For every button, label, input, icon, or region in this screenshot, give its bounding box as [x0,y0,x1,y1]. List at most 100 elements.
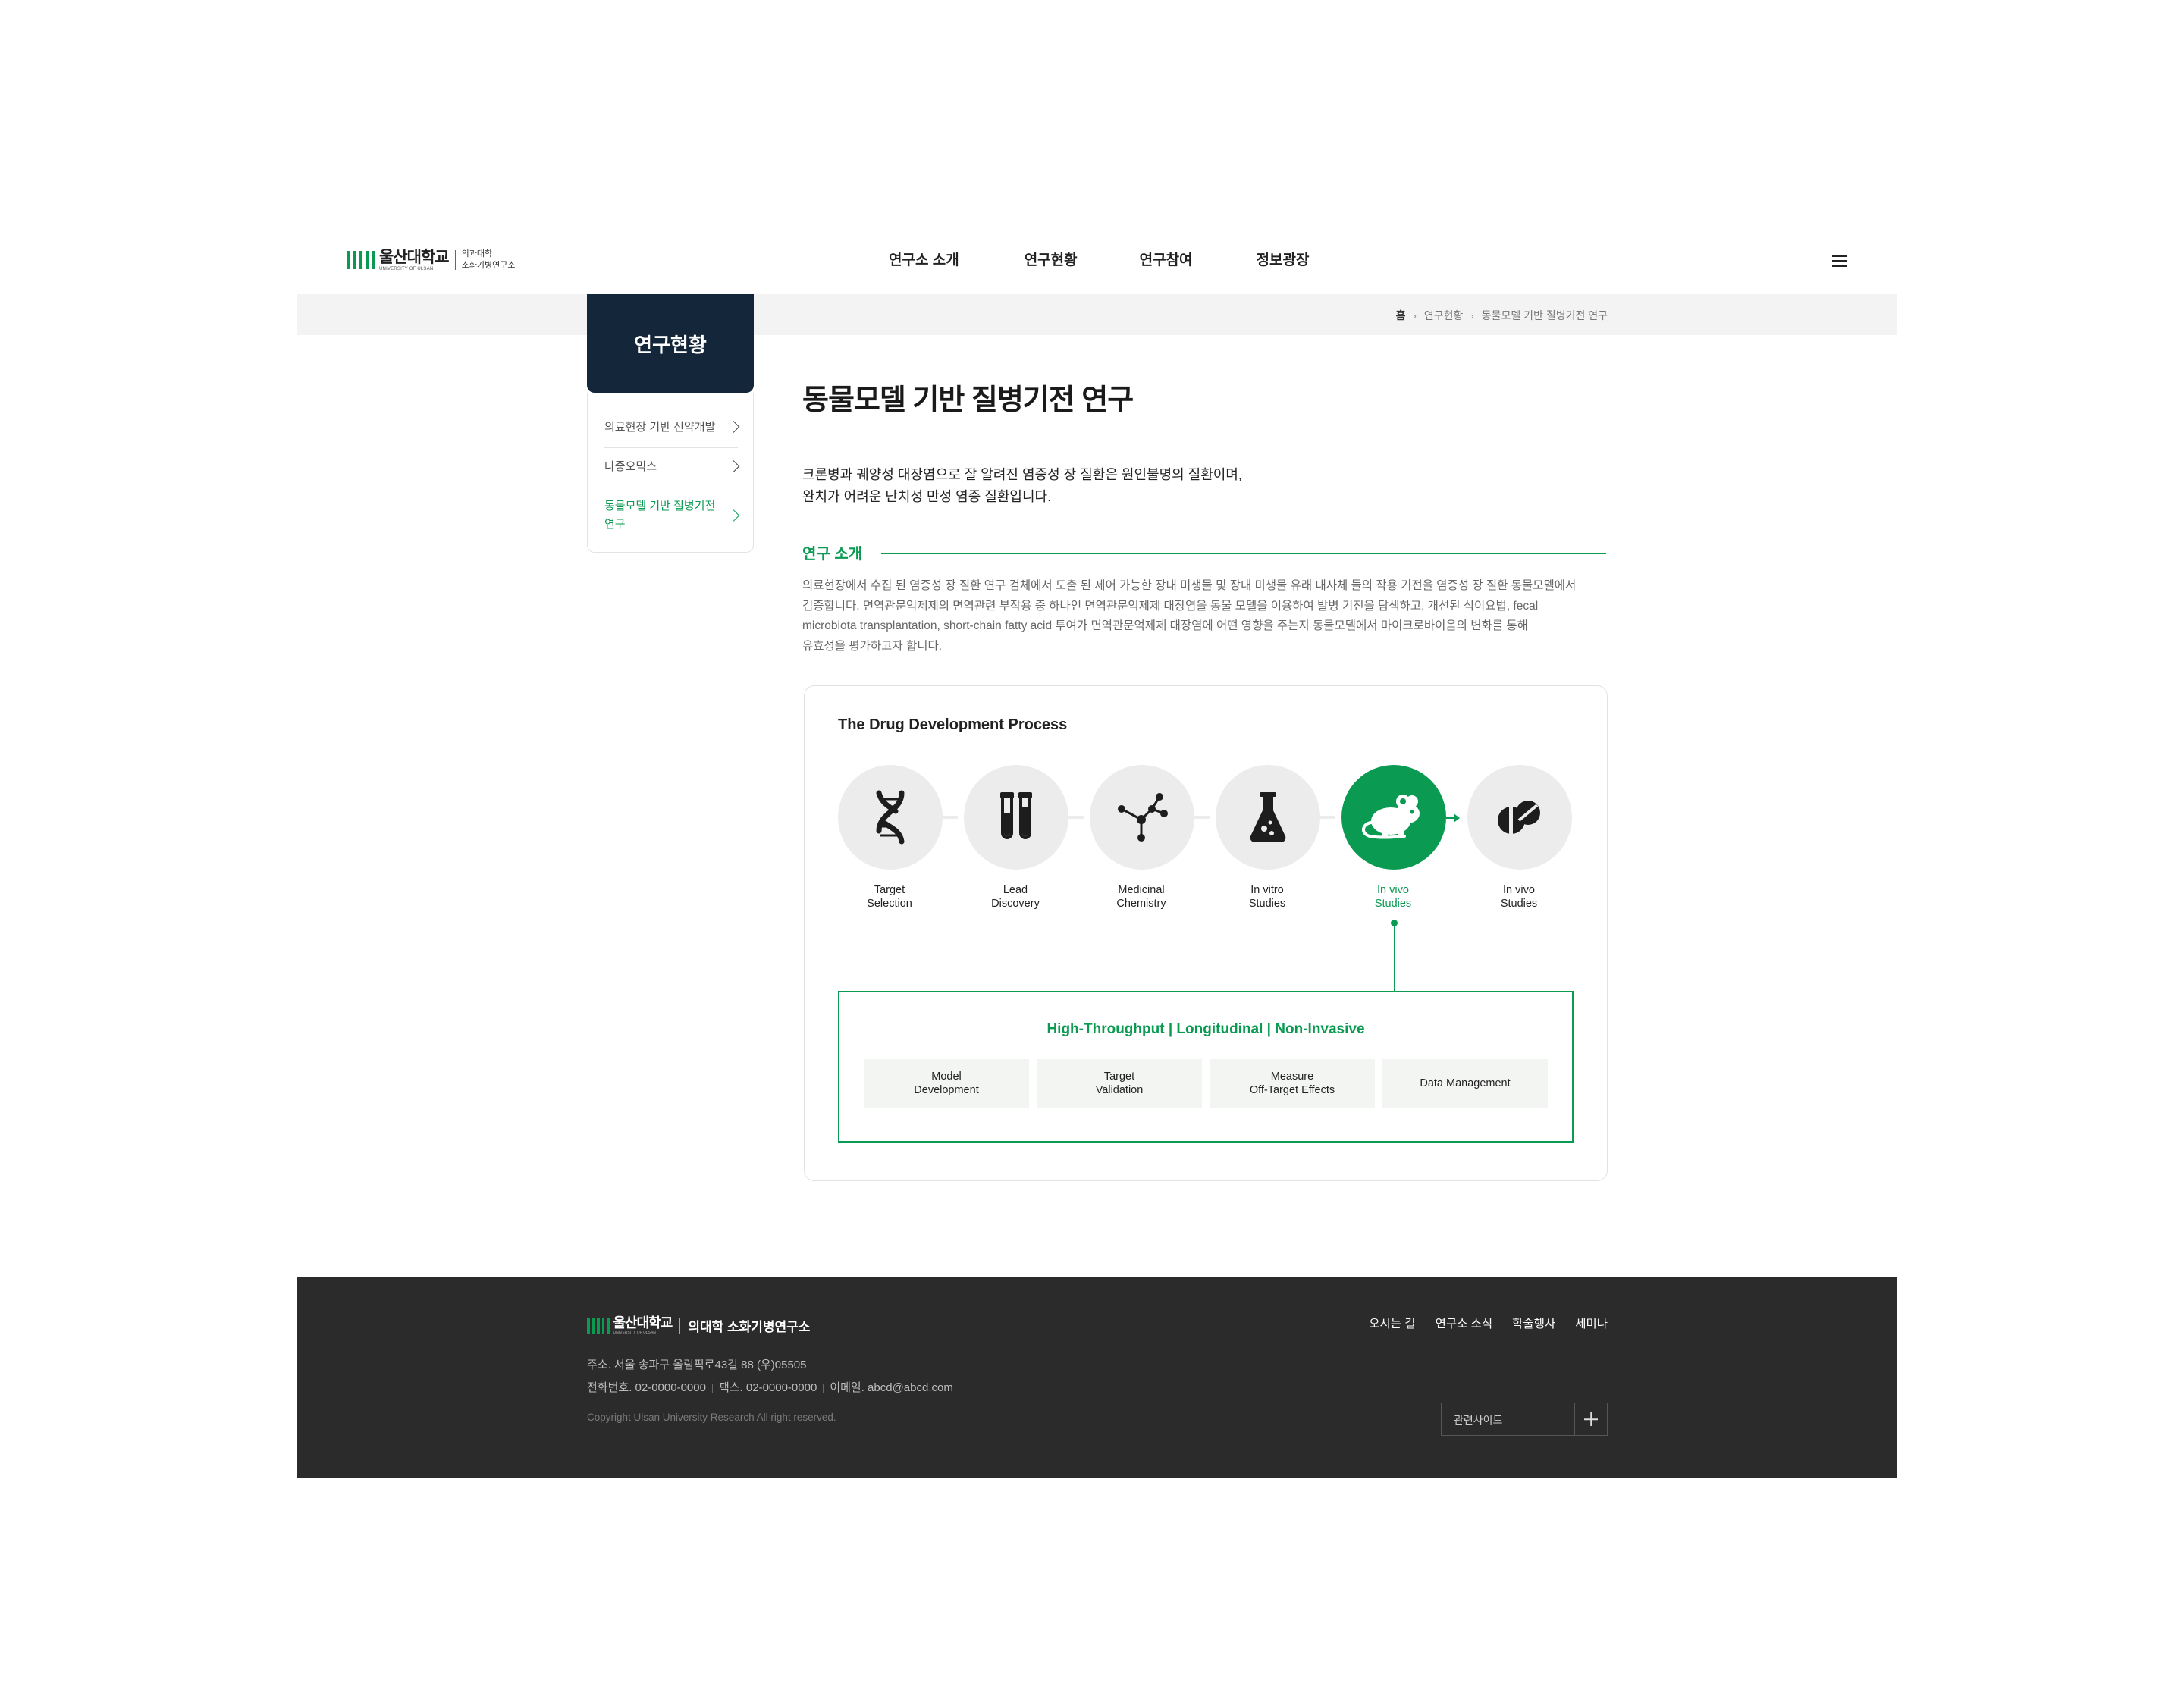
logo-sub-college: 의과대학 [461,249,493,259]
step-label-line1: In vitro [1250,884,1284,896]
footer-link-seminar[interactable]: 세미나 [1575,1315,1608,1331]
related-sites-select[interactable]: 관련사이트 [1441,1403,1608,1436]
tile-model-development: Model Development [864,1059,1029,1108]
site-logo[interactable]: 울산대학교 UNIVERSITY OF ULSAN 의과대학 소화기병연구소 [347,249,515,271]
chevron-right-icon [727,420,740,433]
footer-contact-info: 주소. 서울 송파구 올림픽로43길 88 (우)05505 전화번호. 02-… [587,1354,953,1400]
intro-line: 완치가 어려운 난치성 만성 염증 질환입니다. [802,489,1052,504]
dna-icon [867,790,914,845]
step-connector [1194,816,1210,819]
sidebar-item-drug-development[interactable]: 의료현장 기반 신약개발 [604,418,740,434]
sidebar-item-label: 의료현장 기반 신약개발 [604,421,716,434]
nav-item-participation[interactable]: 연구참여 [1140,249,1193,269]
step-label-line2: Discovery [991,898,1040,910]
step-connector [1068,816,1084,819]
step-label-line2: Studies [1374,898,1412,910]
arrow-right-icon [1454,813,1460,823]
plus-icon[interactable] [1574,1403,1607,1435]
tile-label-line1: Target [1103,1070,1135,1083]
divider [823,1384,824,1393]
logo-divider [679,1317,681,1334]
step-label: Lead Discovery [955,883,1076,911]
description-line: microbiota transplantation, short-chain … [802,619,1528,632]
tile-target-validation: Target Validation [1037,1059,1202,1108]
logo-english: UNIVERSITY OF ULSAN [379,266,434,271]
footer-logo-title: 울산대학교 [613,1315,673,1331]
logo-mark-icon [587,1318,610,1334]
step-label-line2: Studies [1500,898,1538,910]
hamburger-menu-icon[interactable] [1832,255,1847,267]
breadcrumb-current: 동물모델 기반 질병기전 연구 [1481,309,1608,321]
footer-copyright: Copyright Ulsan University Research All … [587,1412,836,1423]
nav-item-about[interactable]: 연구소 소개 [889,249,959,269]
footer-logo-sub: 의대학 소화기병연구소 [688,1320,811,1334]
description-line: 의료현장에서 수집 된 염증성 장 질환 연구 검체에서 도출 된 제어 가능한… [802,579,1577,592]
nav-item-info-plaza[interactable]: 정보광장 [1257,249,1310,269]
site-footer: 울산대학교 UNIVERSITY OF ULSAN 의대학 소화기병연구소 주소… [297,1277,1897,1478]
site-header: 울산대학교 UNIVERSITY OF ULSAN 의과대학 소화기병연구소 연… [297,227,1897,294]
footer-address: 주소. 서울 송파구 올림픽로43길 88 (우)05505 [587,1359,807,1371]
intro-line: 크론병과 궤양성 대장염으로 잘 알려진 염증성 장 질환은 원인불명의 질환이… [802,467,1242,482]
step-label: In vitro Studies [1207,883,1328,911]
step-label-line2: Chemistry [1116,898,1166,910]
description-line: 검증합니다. 면역관문억제제의 면역관련 부작용 중 하나인 면역관문억제제 대… [802,599,1539,613]
breadcrumb: 홈 › 연구현황 › 동물모델 기반 질병기전 연구 [1396,308,1608,323]
sidebar-item-animal-model[interactable]: 동물모델 기반 질병기전 연구 [604,497,740,534]
step-connector [943,816,958,819]
nav-item-research-status[interactable]: 연구현황 [1025,249,1078,269]
sidebar-item-label: 다중오믹스 [604,460,657,473]
sidebar-item-label-line2: 연구 [604,518,626,531]
breadcrumb-home[interactable]: 홈 [1396,308,1406,323]
connector-line [1394,923,1395,991]
test-tubes-icon [1000,792,1032,839]
footer-link-directions[interactable]: 오시는 길 [1369,1315,1415,1331]
sidebar-divider [604,447,738,448]
tile-label-line2: Validation [1095,1084,1144,1096]
breadcrumb-bar: 홈 › 연구현황 › 동물모델 기반 질병기전 연구 [297,294,1897,335]
logo-sub-institute: 소화기병연구소 [461,261,516,270]
step-label-line1: Lead [1003,884,1028,896]
breadcrumb-item[interactable]: 연구현황 [1424,308,1464,323]
footer-link-news[interactable]: 연구소 소식 [1436,1315,1493,1331]
divider [711,1384,713,1393]
footer-logo[interactable]: 울산대학교 UNIVERSITY OF ULSAN 의대학 소화기병연구소 [587,1316,810,1335]
molecule-icon [1118,793,1168,842]
tile-label-line1: Model [931,1070,962,1083]
intro-text: 크론병과 궤양성 대장염으로 잘 알려진 염증성 장 질환은 원인불명의 질환이… [802,464,1242,508]
process-card: The Drug Development Process Target Sele… [804,685,1608,1181]
step-in-vitro-studies [1216,765,1320,870]
step-in-vivo-studies-active [1341,765,1446,870]
step-label-line2: Studies [1248,898,1286,910]
step-label-line1: Medicinal [1118,884,1165,896]
logo-mark-icon [347,251,375,269]
step-connector [1320,816,1335,819]
sidebar-title: 연구현황 [587,294,754,393]
tile-label-line1: Measure [1270,1070,1314,1083]
sidebar-menu: 의료현장 기반 신약개발 다중오믹스 동물모델 기반 질병기전 연구 [587,393,754,553]
section-title: 연구 소개 [802,546,863,563]
step-label: In vivo Studies [1458,883,1580,911]
process-title: The Drug Development Process [838,716,1068,733]
footer-links: 오시는 길 연구소 소식 학술행사 세미나 [1349,1315,1608,1331]
flask-icon [1250,792,1286,843]
related-sites-label: 관련사이트 [1454,1414,1503,1426]
step-lead-discovery [964,765,1068,870]
step-label: Target Selection [829,883,950,911]
chevron-right-icon: › [1413,309,1417,321]
page-frame: 울산대학교 UNIVERSITY OF ULSAN 의과대학 소화기병연구소 연… [297,227,1897,1482]
sidebar-item-label: 동물모델 기반 질병기전 [604,500,716,512]
sidebar-item-multi-omics[interactable]: 다중오믹스 [604,458,740,474]
logo-divider [454,250,456,270]
footer-logo-english: UNIVERSITY OF ULSAN [613,1331,656,1335]
footer-email: 이메일. abcd@abcd.com [830,1381,953,1394]
tile-data-management: Data Management [1382,1059,1548,1108]
section-divider [881,553,1606,554]
logo-title: 울산대학교 [379,248,450,266]
footer-link-academic-events[interactable]: 학술행사 [1512,1315,1555,1331]
step-label-line1: In vivo [1503,884,1535,896]
step-medicinal-chemistry [1090,765,1194,870]
chevron-right-icon [727,459,740,472]
description-line: 유효성을 평가하고자 합니다. [802,639,943,653]
tile-off-target-effects: Measure Off-Target Effects [1210,1059,1375,1108]
step-label-line2: Selection [867,898,912,910]
